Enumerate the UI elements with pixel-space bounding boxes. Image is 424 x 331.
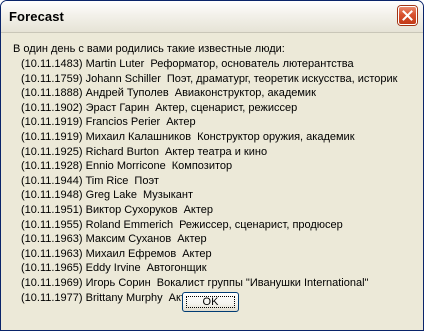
person-name: Johann Schiller [85, 72, 161, 85]
person-birth-date: (10.11.1919) [21, 116, 83, 129]
list-item: (10.11.1955) Roland Emmerich Режиссер, сц… [21, 218, 397, 233]
person-birth-date: (10.11.1963) [21, 247, 83, 260]
person-name: Андрей Туполев [85, 87, 169, 100]
person-name: Eddy Irvine [85, 262, 141, 275]
person-birth-date: (10.11.1919) [21, 130, 83, 143]
list-item: (10.11.1951) Виктор Сухоруков Актер [21, 203, 397, 218]
title-bar[interactable]: Forecast [1, 1, 423, 33]
intro-text: В один день с вами родились такие извест… [13, 43, 285, 55]
list-item: (10.11.1919) Francios Perier Актер [21, 115, 397, 130]
person-name: Richard Burton [85, 145, 160, 158]
list-item: (10.11.1948) Greg Lake Музыкант [21, 188, 397, 203]
person-description: Актер [166, 116, 196, 129]
person-birth-date: (10.11.1928) [21, 160, 83, 173]
person-name: Roland Emmerich [85, 218, 174, 231]
focus-rectangle [186, 296, 235, 308]
list-item: (10.11.1483) Martin Luter Реформатор, осн… [21, 57, 397, 72]
list-item: (10.11.1965) Eddy Irvine Автогонщик [21, 261, 397, 276]
person-name: Ennio Morricone [85, 160, 166, 173]
person-birth-date: (10.11.1977) [21, 291, 83, 304]
person-description: Актер театра и кино [165, 145, 268, 158]
person-description: Актер [183, 203, 214, 216]
forecast-dialog: Forecast В один день с вами родились так… [0, 0, 424, 331]
person-name: Михаил Ефремов [85, 247, 177, 260]
person-name: Brittany Murphy [85, 291, 163, 304]
person-name: Виктор Сухоруков [85, 203, 178, 216]
close-icon [402, 10, 413, 21]
person-description: Режиссер, сценарист, продюсер [179, 218, 343, 231]
person-name: Francios Perier [85, 116, 161, 129]
person-name: Martin Luter [85, 58, 145, 70]
list-item: (10.11.1925) Richard Burton Актер театра … [21, 145, 397, 160]
person-birth-date: (10.11.1948) [21, 189, 83, 202]
list-item: (10.11.1963) Михаил Ефремов Актер [21, 247, 397, 262]
person-birth-date: (10.11.1925) [21, 145, 83, 158]
person-birth-date: (10.11.1969) [21, 276, 83, 289]
list-item: (10.11.1963) Максим Суханов Актер [21, 232, 397, 247]
person-birth-date: (10.11.1965) [21, 262, 83, 275]
window-title: Forecast [9, 9, 64, 24]
person-description: Актер [177, 233, 207, 246]
person-birth-date: (10.11.1955) [21, 218, 83, 231]
person-name: Greg Lake [85, 189, 138, 202]
person-description: Реформатор, основатель лютерантства [150, 58, 354, 70]
person-name: Михаил Калашников [85, 130, 192, 143]
person-birth-date: (10.11.1902) [21, 101, 83, 114]
person-name: Tim Rice [85, 174, 129, 187]
person-birth-date: (10.11.1888) [21, 87, 83, 100]
person-name: Игорь Сорин [85, 276, 151, 289]
person-name: Максим Суханов [85, 233, 172, 246]
person-description: Музыкант [143, 189, 194, 202]
person-description: Конструктор оружия, академик [197, 130, 355, 143]
dialog-body: В один день с вами родились такие извест… [4, 33, 420, 327]
person-birth-date: (10.11.1951) [21, 203, 83, 216]
person-description: Авиаконструктор, академик [174, 87, 316, 100]
list-item: (10.11.1944) Tim Rice Поэт [21, 174, 397, 189]
person-description: Актер [182, 247, 212, 260]
person-description: Актер, сценарист, режиссер [155, 101, 298, 114]
person-name: Эраст Гарин [85, 101, 150, 114]
list-item: (10.11.1928) Ennio Morricone Композитор [21, 159, 397, 174]
list-item: (10.11.1919) Михаил Калашников Конструкто… [21, 130, 397, 145]
people-list: (10.11.1483) Martin Luter Реформатор, осн… [21, 57, 397, 305]
list-item: (10.11.1759) Johann Schiller Поэт, драмат… [21, 72, 397, 87]
person-birth-date: (10.11.1483) [21, 58, 83, 70]
list-item: (10.11.1902) Эраст Гарин Актер, сценарист… [21, 101, 397, 116]
person-description: Поэт, драматург, теоретик искусства, ист… [166, 72, 398, 85]
list-item: (10.11.1888) Андрей Туполев Авиаконструкт… [21, 86, 397, 101]
ok-button[interactable]: OK [182, 292, 239, 312]
person-description: Поэт [134, 174, 159, 187]
list-item: (10.11.1969) Игорь Сорин Вокалист группы … [21, 276, 397, 291]
person-birth-date: (10.11.1963) [21, 233, 83, 246]
person-description: Автогонщик [146, 262, 207, 275]
person-birth-date: (10.11.1944) [21, 174, 83, 187]
person-description: Композитор [171, 160, 233, 173]
close-button[interactable] [398, 6, 417, 25]
person-description: Вокалист группы "Иванушки International" [156, 276, 369, 289]
person-birth-date: (10.11.1759) [21, 72, 83, 85]
